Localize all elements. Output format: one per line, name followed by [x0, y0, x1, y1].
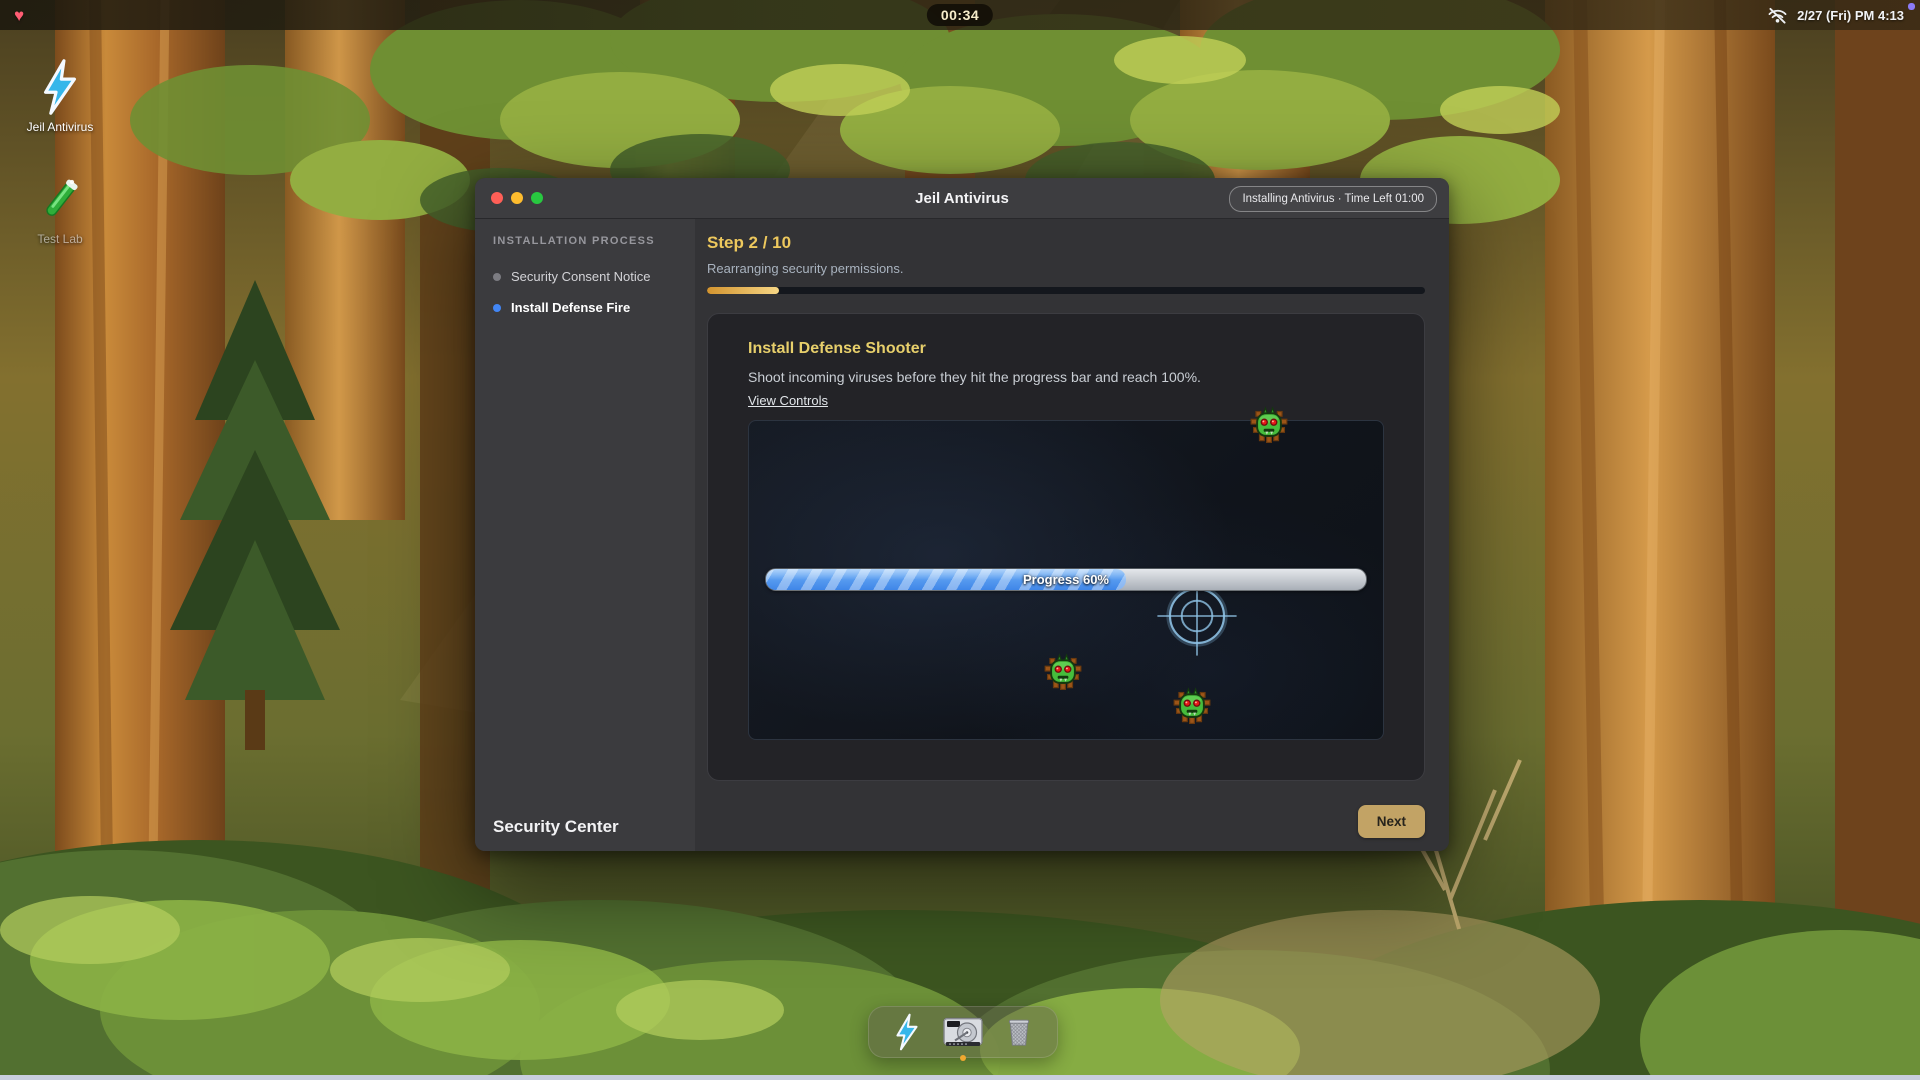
sidebar-step-item[interactable]: Install Defense Fire [475, 292, 695, 323]
dock [868, 1006, 1058, 1058]
installation-progress-track [707, 287, 1425, 294]
test-tube-icon [36, 172, 84, 228]
main-content: Step 2 / 10 Rearranging security permiss… [695, 219, 1449, 851]
step-title: Step 2 / 10 [707, 233, 1425, 253]
virus-sprite[interactable] [1250, 405, 1288, 443]
step-progress-fill [707, 287, 779, 294]
virus-sprite[interactable] [1173, 686, 1211, 724]
step-item-label: Install Defense Fire [511, 300, 630, 315]
game-progress-label: Progress 60% [766, 569, 1366, 590]
lightning-bolt-icon [893, 1013, 921, 1051]
traffic-lights [491, 178, 543, 218]
minimize-button[interactable] [511, 192, 523, 204]
heart-menu-item[interactable]: ♥ [14, 0, 24, 30]
dock-item-hard-drive[interactable] [943, 1012, 983, 1052]
game-title: Install Defense Shooter [748, 340, 1384, 358]
sidebar-steps: Security Consent Notice Install Defense … [475, 261, 695, 323]
desktop-icon-test-lab[interactable]: Test Lab [12, 172, 108, 246]
close-button[interactable] [491, 192, 503, 204]
sidebar-step-item[interactable]: Security Consent Notice [475, 261, 695, 292]
hard-drive-icon [943, 1016, 983, 1049]
dock-item-antivirus[interactable] [887, 1012, 927, 1052]
zoom-button[interactable] [531, 192, 543, 204]
bottom-window-edge [0, 1075, 1920, 1080]
game-description: Shoot incoming viruses before they hit t… [748, 369, 1384, 385]
install-status-pill: Installing Antivirus · Time Left 01:00 [1229, 186, 1437, 212]
lightning-bolt-icon [39, 58, 81, 116]
virus-sprite[interactable] [1044, 652, 1082, 690]
desktop-icon-jeil-antivirus[interactable]: Jeil Antivirus [12, 58, 108, 134]
window-title: Jeil Antivirus [915, 190, 1009, 207]
record-indicator-dot [1908, 3, 1915, 10]
menu-bar-status[interactable]: 2/27 (Fri) PM 4:13 [1767, 0, 1904, 30]
game-canvas[interactable]: Progress 60% [748, 420, 1384, 740]
dock-active-indicator [960, 1055, 966, 1061]
step-status-dot [493, 304, 501, 312]
trash-icon [1005, 1015, 1033, 1049]
next-button[interactable]: Next [1358, 805, 1425, 838]
countdown-timer: 00:34 [927, 4, 993, 26]
jeil-antivirus-window: Jeil Antivirus Installing Antivirus · Ti… [475, 178, 1449, 851]
defense-shooter-panel: Install Defense Shooter Shoot incoming v… [707, 313, 1425, 781]
step-status-dot [493, 273, 501, 281]
step-item-label: Security Consent Notice [511, 269, 650, 284]
desktop: ♥ 00:34 2/27 (Fri) PM 4:13 Jeil Antiviru… [0, 0, 1920, 1080]
sidebar-header: INSTALLATION PROCESS [475, 235, 695, 247]
security-center-label: Security Center [475, 817, 695, 837]
installation-sidebar: INSTALLATION PROCESS Security Consent No… [475, 219, 695, 851]
step-subtitle: Rearranging security permissions. [707, 261, 1425, 276]
view-controls-link[interactable]: View Controls [748, 393, 828, 408]
dock-item-trash[interactable] [999, 1012, 1039, 1052]
desktop-icon-label: Test Lab [37, 232, 82, 246]
desktop-icon-label: Jeil Antivirus [27, 120, 94, 134]
heart-icon: ♥ [14, 7, 24, 24]
menu-datetime: 2/27 (Fri) PM 4:13 [1797, 8, 1904, 23]
game-progress-bar: Progress 60% [765, 568, 1367, 591]
wifi-off-icon [1767, 7, 1788, 24]
menu-bar: ♥ 00:34 2/27 (Fri) PM 4:13 [0, 0, 1920, 30]
window-titlebar[interactable]: Jeil Antivirus Installing Antivirus · Ti… [475, 178, 1449, 219]
